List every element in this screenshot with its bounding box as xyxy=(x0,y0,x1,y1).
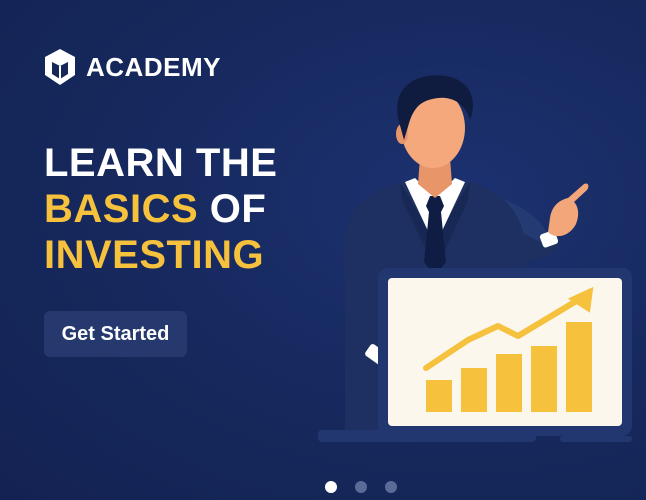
pointing-hand xyxy=(548,183,589,237)
carousel-dot-3[interactable] xyxy=(385,481,397,493)
carousel-dot-2[interactable] xyxy=(355,481,367,493)
hero-banner: ACADEMY LEARN THE BASICS OF INVESTING Ge… xyxy=(0,0,646,500)
carousel-dots xyxy=(325,481,397,493)
carousel-dot-1[interactable] xyxy=(325,481,337,493)
tie xyxy=(424,196,446,276)
businessman-presenting-illustration xyxy=(318,75,632,442)
